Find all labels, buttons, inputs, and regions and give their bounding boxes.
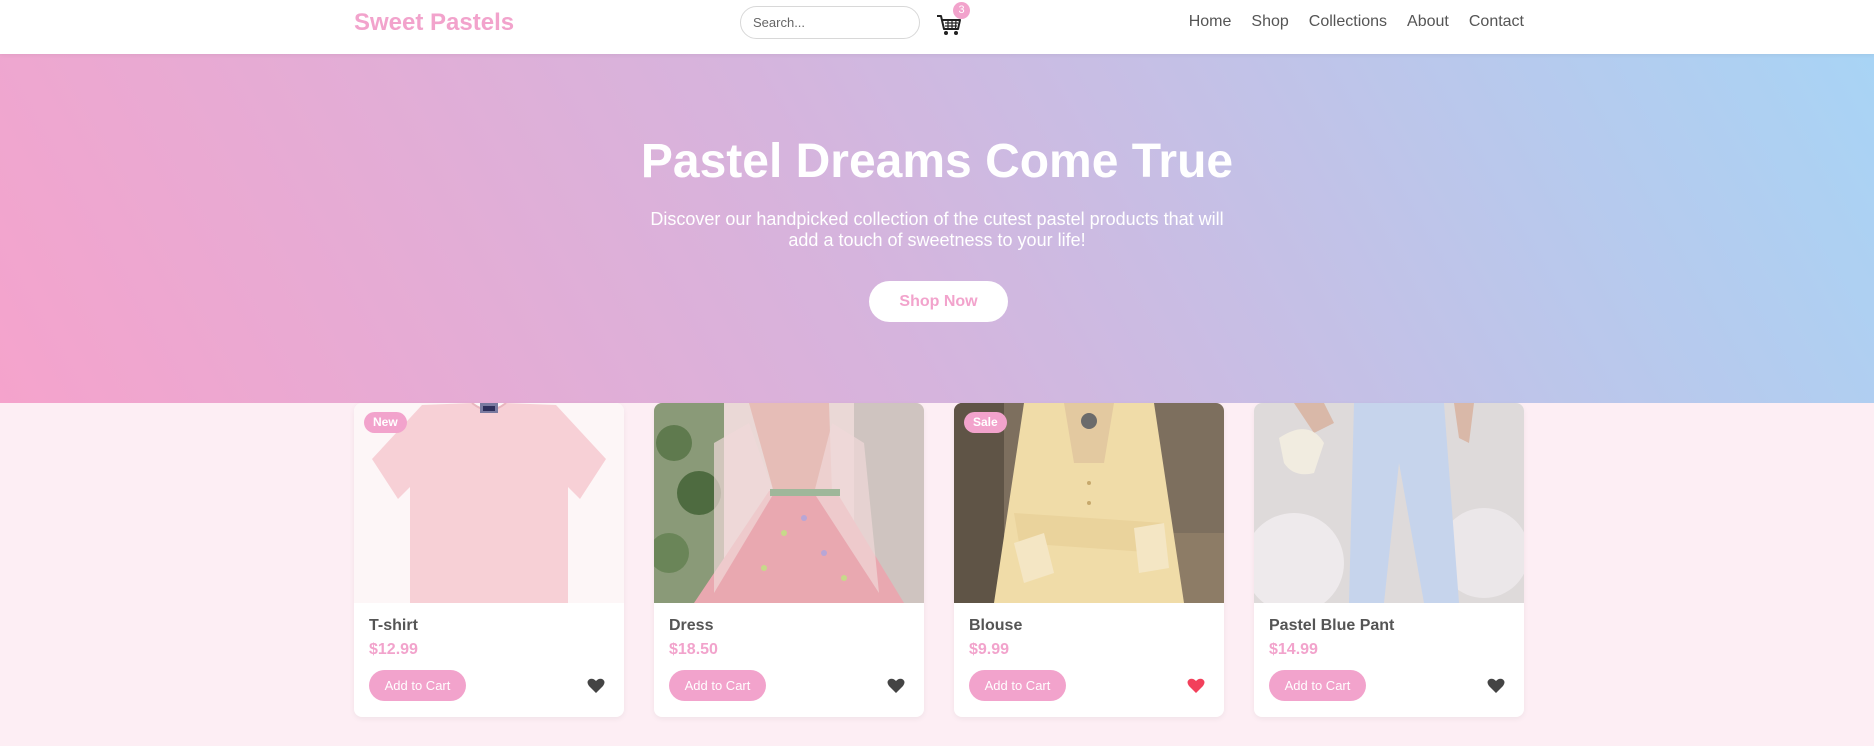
add-to-cart-button[interactable]: Add to Cart [969, 670, 1066, 701]
product-price: $18.50 [669, 641, 718, 658]
new-badge: New [364, 412, 407, 433]
product-image-blouse[interactable] [954, 403, 1224, 603]
product-price: $12.99 [369, 641, 418, 658]
search-input[interactable] [740, 6, 920, 39]
hero-subtitle: Discover our handpicked collection of th… [650, 209, 1224, 250]
nav-about[interactable]: About [1407, 13, 1449, 31]
nav-shop[interactable]: Shop [1251, 13, 1288, 31]
shop-now-button[interactable]: Shop Now [869, 281, 1008, 322]
product-name[interactable]: Pastel Blue Pant [1269, 617, 1394, 635]
main-nav: Home Shop Collections About Contact [1169, 13, 1524, 31]
product-name[interactable]: Blouse [969, 617, 1022, 635]
heart-icon[interactable] [587, 678, 605, 694]
product-image-pant[interactable] [1254, 403, 1524, 603]
add-to-cart-button[interactable]: Add to Cart [1269, 670, 1366, 701]
product-image-tshirt[interactable] [354, 403, 624, 603]
product-card[interactable]: Pastel Blue Pant $14.99 Add to Cart [1254, 403, 1524, 717]
product-name[interactable]: T-shirt [369, 617, 418, 635]
product-price: $9.99 [969, 641, 1010, 658]
product-card[interactable]: New T-shirt $12.99 Add to Cart [354, 403, 624, 717]
hero-banner: Pastel Dreams Come True Discover our han… [0, 54, 1874, 403]
product-price: $14.99 [1269, 641, 1318, 658]
product-card[interactable]: Sale Blouse $9.99 Add to Cart [954, 403, 1224, 717]
product-name[interactable]: Dress [669, 617, 713, 635]
product-image-dress[interactable] [654, 403, 924, 603]
heart-icon[interactable] [887, 678, 905, 694]
heart-icon[interactable] [1487, 678, 1505, 694]
nav-home[interactable]: Home [1189, 13, 1232, 31]
cart-count-badge: 3 [953, 2, 970, 19]
sale-badge: Sale [964, 412, 1007, 433]
add-to-cart-button[interactable]: Add to Cart [369, 670, 466, 701]
add-to-cart-button[interactable]: Add to Cart [669, 670, 766, 701]
nav-contact[interactable]: Contact [1469, 13, 1524, 31]
heart-icon[interactable] [1187, 678, 1205, 694]
site-header: Sweet Pastels 3 Home Shop Collections Ab… [0, 0, 1874, 54]
hero-title: Pastel Dreams Come True [640, 135, 1234, 188]
product-card[interactable]: Dress $18.50 Add to Cart [654, 403, 924, 717]
nav-collections[interactable]: Collections [1309, 13, 1387, 31]
site-logo[interactable]: Sweet Pastels [354, 9, 514, 37]
